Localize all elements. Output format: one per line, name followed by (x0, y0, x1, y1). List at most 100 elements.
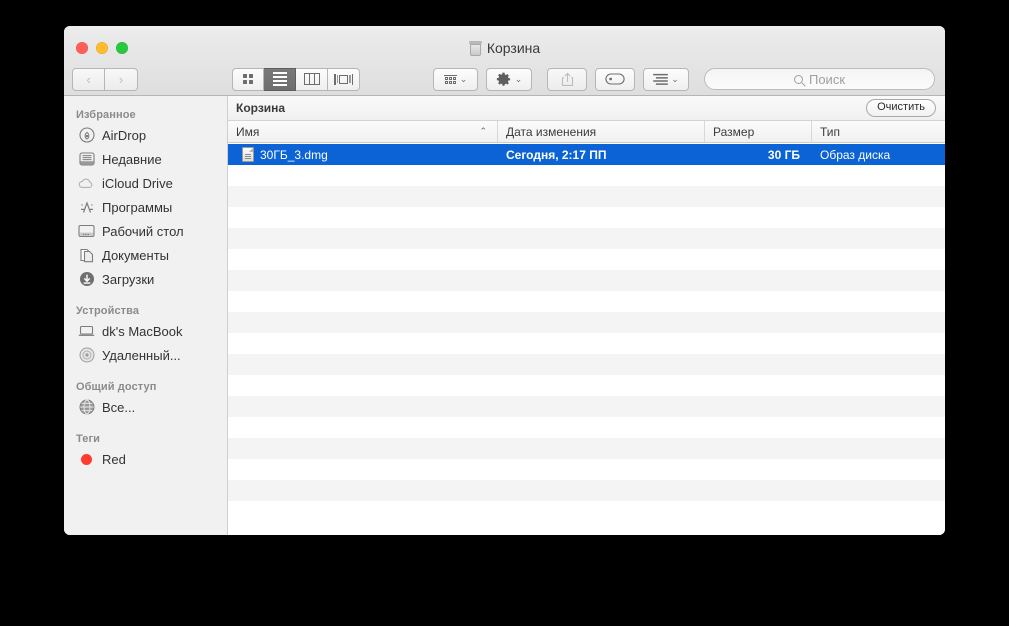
sidebar-item-dks-macbook[interactable]: dk's MacBook (64, 319, 227, 343)
table-row-empty[interactable] (228, 375, 945, 396)
search-icon (794, 75, 803, 84)
trash-icon (469, 41, 482, 56)
sidebar-item-icloud-drive[interactable]: iCloud Drive (64, 171, 227, 195)
table-row-empty[interactable] (228, 333, 945, 354)
window-titlebar: Корзина ‹ › (64, 26, 945, 96)
sidebar-item-label: dk's MacBook (102, 324, 183, 339)
sidebar-item-remote-disc[interactable]: Удаленный... (64, 343, 227, 367)
column-view-icon (304, 73, 320, 85)
path-bar-title: Корзина (236, 101, 285, 115)
empty-rows-container (228, 165, 945, 522)
window-title: Корзина (64, 40, 945, 56)
coverflow-view-button[interactable] (328, 68, 360, 91)
sidebar-item-recents[interactable]: Недавние (64, 147, 227, 171)
column-header-kind[interactable]: Тип (812, 121, 945, 142)
sidebar-item-all[interactable]: Все... (64, 395, 227, 419)
sidebar-item-airdrop[interactable]: AirDrop (64, 123, 227, 147)
share-button[interactable] (547, 68, 587, 91)
action-menu-button[interactable]: ⌄ (486, 68, 532, 91)
sidebar-item-label: iCloud Drive (102, 176, 173, 191)
tag-dot-red-icon (78, 451, 95, 468)
forward-button[interactable]: › (105, 68, 138, 91)
arrange-button[interactable]: ⌄ (433, 68, 478, 91)
table-row-empty[interactable] (228, 438, 945, 459)
file-list[interactable]: 30ГБ_3.dmg Сегодня, 2:17 ПП 30 ГБ Образ … (228, 144, 945, 535)
chevron-left-icon: ‹ (86, 73, 90, 86)
search-field[interactable]: Поиск (704, 68, 935, 90)
empty-trash-button[interactable]: Очистить (866, 99, 936, 117)
sidebar-item-label: Документы (102, 248, 169, 263)
column-view-button[interactable] (296, 68, 328, 91)
table-row-empty[interactable] (228, 291, 945, 312)
gear-icon (496, 72, 511, 87)
table-row-empty[interactable] (228, 396, 945, 417)
icon-view-button[interactable] (232, 68, 264, 91)
file-name-cell: 30ГБ_3.dmg (228, 147, 498, 162)
chevron-down-icon: ⌄ (460, 74, 468, 85)
table-row-empty[interactable] (228, 270, 945, 291)
laptop-icon (78, 323, 95, 340)
arrange-icon (444, 75, 457, 84)
sidebar-item-label: Программы (102, 200, 172, 215)
table-row-empty[interactable] (228, 417, 945, 438)
chevron-down-icon: ⌄ (515, 74, 523, 85)
finder-window: Корзина ‹ › (64, 26, 945, 535)
chevron-right-icon: › (119, 73, 123, 86)
share-icon (561, 72, 574, 87)
file-date-cell: Сегодня, 2:17 ПП (498, 148, 705, 162)
add-tag-button[interactable] (595, 68, 635, 91)
sidebar-section-favorites-header: Избранное (64, 104, 227, 123)
sidebar-item-label: Рабочий стол (102, 224, 184, 239)
sidebar-item-label: AirDrop (102, 128, 146, 143)
recents-icon (78, 151, 95, 168)
table-row-empty[interactable] (228, 354, 945, 375)
list-view-icon (273, 72, 287, 86)
sort-ascending-icon: ⌃ (479, 126, 487, 137)
sidebar-section-tags-header: Теги (64, 419, 227, 447)
sidebar-item-tag-red[interactable]: Red (64, 447, 227, 471)
back-button[interactable]: ‹ (72, 68, 105, 91)
column-header-name[interactable]: Имя ⌃ (228, 121, 498, 142)
table-row[interactable]: 30ГБ_3.dmg Сегодня, 2:17 ПП 30 ГБ Образ … (228, 144, 945, 165)
table-row-empty[interactable] (228, 249, 945, 270)
sidebar[interactable]: Избранное AirDrop (64, 96, 228, 535)
table-row-empty[interactable] (228, 207, 945, 228)
file-name: 30ГБ_3.dmg (260, 148, 328, 162)
network-icon (78, 399, 95, 416)
sidebar-item-label: Удаленный... (102, 348, 181, 363)
column-header-date-modified[interactable]: Дата изменения (498, 121, 705, 142)
column-header-size[interactable]: Размер (705, 121, 812, 142)
sidebar-item-documents[interactable]: Документы (64, 243, 227, 267)
sidebar-item-label: Все... (102, 400, 135, 415)
tag-icon (605, 73, 625, 85)
desktop-icon (78, 223, 95, 240)
file-size-cell: 30 ГБ (705, 148, 812, 162)
table-row-empty[interactable] (228, 480, 945, 501)
documents-icon (78, 247, 95, 264)
toolbar: ‹ › (64, 62, 945, 96)
sidebar-item-desktop[interactable]: Рабочий стол (64, 219, 227, 243)
sidebar-item-applications[interactable]: Программы (64, 195, 227, 219)
table-row-empty[interactable] (228, 165, 945, 186)
table-row-empty[interactable] (228, 459, 945, 480)
view-mode-group (232, 68, 360, 91)
file-kind-cell: Образ диска (812, 148, 945, 162)
column-header-label: Имя (236, 125, 259, 139)
icon-view-icon (243, 74, 253, 84)
table-row-empty[interactable] (228, 228, 945, 249)
sidebar-item-label: Загрузки (102, 272, 154, 287)
column-header-label: Дата изменения (506, 125, 596, 139)
table-row-empty[interactable] (228, 501, 945, 522)
applications-icon (78, 199, 95, 216)
disc-icon (78, 347, 95, 364)
table-row-empty[interactable] (228, 312, 945, 333)
group-sort-button[interactable]: ⌄ (643, 68, 689, 91)
file-list-pane: Корзина Очистить Имя ⌃ Дата изменения Ра… (228, 96, 945, 535)
sidebar-section-shared-header: Общий доступ (64, 367, 227, 395)
column-header-label: Тип (820, 125, 840, 139)
sidebar-item-downloads[interactable]: Загрузки (64, 267, 227, 291)
table-row-empty[interactable] (228, 186, 945, 207)
window-body: Избранное AirDrop (64, 96, 945, 535)
sidebar-section-devices-header: Устройства (64, 291, 227, 319)
list-view-button[interactable] (264, 68, 296, 91)
